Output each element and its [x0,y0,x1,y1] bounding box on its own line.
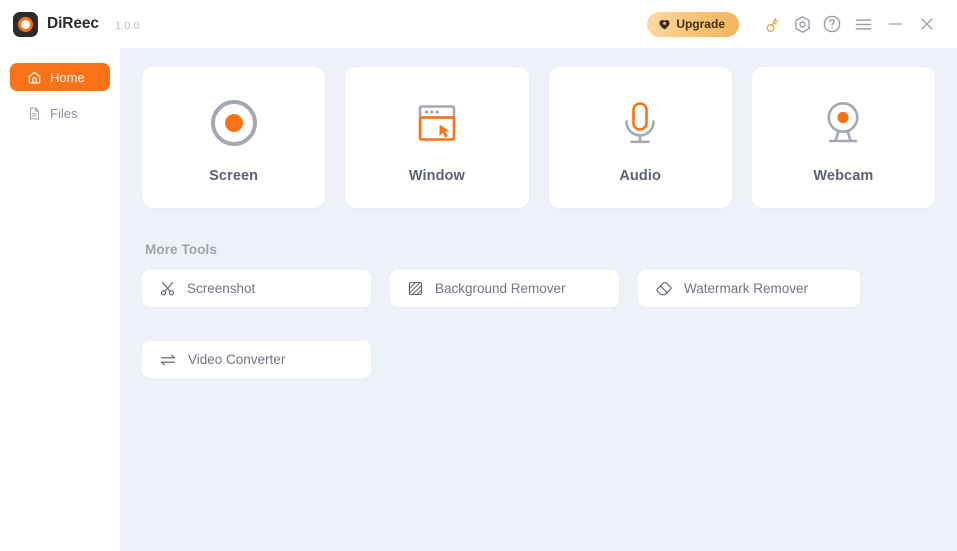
mode-card-label: Webcam [813,167,874,184]
mode-card-window[interactable]: Window [345,67,529,208]
upgrade-label: Upgrade [676,17,725,31]
webcam-icon [815,92,871,154]
sidebar-item-label: Home [50,69,85,85]
mode-card-label: Window [408,167,465,184]
title-bar: DiReec 1.0.0 Upgrade [0,0,957,48]
mode-card-screen[interactable]: Screen [142,67,326,208]
settings-hex-icon[interactable] [787,9,817,39]
mode-card-audio[interactable]: Audio [548,67,732,208]
swap-arrows-icon [159,351,177,369]
tool-button-background-remover[interactable]: Background Remover [390,270,619,307]
record-dot-logo-icon [13,11,38,37]
tool-button-video-converter[interactable]: Video Converter [142,341,371,378]
sidebar: Home Files [0,48,120,551]
app-window: DiReec 1.0.0 Upgrade Home Files Screen W… [0,0,957,551]
more-tools-title: More Tools [145,242,218,257]
app-name: DiReec [47,15,99,32]
mode-card-webcam[interactable]: Webcam [751,67,935,208]
record-mode-cards: Screen Window Audio Webcam [142,67,935,208]
content-area: Screen Window Audio Webcam More Tools Sc… [120,48,957,551]
microphone-icon [612,92,668,154]
activate-key-icon[interactable] [757,9,787,39]
eraser-icon [655,280,673,298]
record-circle-icon [206,92,262,154]
mode-card-label: Audio [619,167,661,184]
sidebar-item-home[interactable]: Home [10,63,110,91]
app-version: 1.0.0 [114,19,140,32]
more-tools-grid: Screenshot Background Remover Watermark … [142,270,935,378]
mode-card-label: Screen [209,167,259,184]
sidebar-item-files[interactable]: Files [10,99,110,127]
brand: DiReec 1.0.0 [13,11,140,37]
sidebar-item-label: Files [50,105,78,121]
logo-ring [18,16,33,32]
tool-button-screenshot[interactable]: Screenshot [142,270,371,307]
tool-button-label: Background Remover [435,281,566,296]
heart-badge-icon [659,19,670,29]
tool-button-label: Screenshot [187,281,256,296]
tool-button-label: Watermark Remover [684,281,809,296]
tool-button-label: Video Converter [188,352,286,367]
minimize-icon[interactable] [879,9,911,39]
scissors-icon [159,280,176,297]
tool-button-watermark-remover[interactable]: Watermark Remover [638,270,860,307]
hatched-square-icon [407,280,424,297]
close-icon[interactable] [911,9,943,39]
upgrade-button[interactable]: Upgrade [647,11,739,37]
titlebar-actions: Upgrade [647,9,943,39]
file-document-icon [29,107,40,119]
body: Home Files Screen Window Audio Webcam Mo… [0,48,957,551]
menu-hamburger-icon[interactable] [847,9,879,39]
home-icon [28,71,41,83]
window-cursor-icon [409,92,465,154]
help-question-icon[interactable] [817,9,847,39]
